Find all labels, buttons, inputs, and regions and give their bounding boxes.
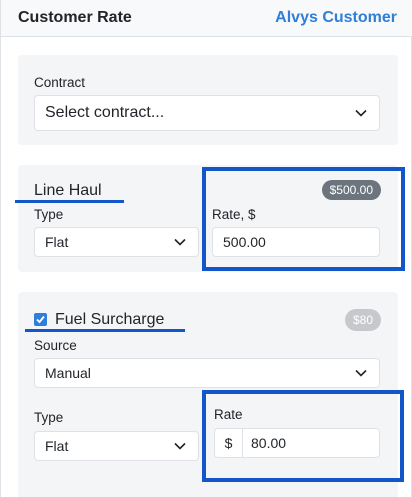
customer-link[interactable]: Alvys Customer — [275, 9, 397, 27]
contract-select-value: Select contract... — [45, 104, 165, 121]
fuel-surcharge-checkbox[interactable] — [34, 313, 47, 326]
checkmark-icon — [36, 315, 45, 324]
customer-rate-panel: Customer Rate Alvys Customer Contract Se… — [0, 0, 412, 497]
fuel-type-select[interactable]: Flat — [34, 431, 199, 461]
contract-label: Contract — [34, 75, 86, 90]
annotation-box-fuel-rate — [202, 390, 404, 482]
fuel-surcharge-title: Fuel Surcharge — [55, 311, 165, 328]
line-haul-type-value: Flat — [45, 234, 69, 250]
fuel-type-label: Type — [34, 410, 64, 425]
fuel-source-value: Manual — [45, 365, 91, 381]
panel-header: Customer Rate Alvys Customer — [1, 0, 412, 37]
chevron-down-icon — [174, 442, 186, 450]
panel-title: Customer Rate — [18, 9, 132, 26]
contract-select[interactable]: Select contract... — [34, 95, 380, 131]
chevron-down-icon — [355, 369, 367, 377]
contract-card: Contract Select contract... — [18, 55, 398, 145]
line-haul-title: Line Haul — [34, 182, 102, 199]
chevron-down-icon — [355, 109, 367, 117]
line-haul-type-label: Type — [34, 207, 64, 222]
fuel-source-label: Source — [34, 338, 77, 353]
annotation-underline-line-haul — [15, 200, 124, 203]
fuel-surcharge-total-badge: $80 — [344, 309, 381, 331]
line-haul-type-select[interactable]: Flat — [34, 227, 199, 257]
chevron-down-icon — [174, 238, 186, 246]
annotation-box-line-haul-rate — [202, 167, 405, 271]
fuel-source-select[interactable]: Manual — [34, 358, 380, 388]
fuel-type-value: Flat — [45, 438, 69, 454]
annotation-underline-fuel-surcharge — [25, 329, 185, 332]
